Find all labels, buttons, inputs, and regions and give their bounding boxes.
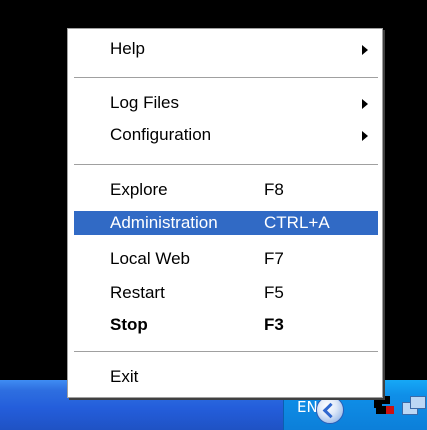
menu-item-label: Log Files <box>110 93 179 112</box>
menu-item-configuration[interactable]: Configuration <box>74 123 378 147</box>
menu-item-local-web[interactable]: Local Web F7 <box>74 247 378 271</box>
menu-item-help[interactable]: Help <box>74 37 378 61</box>
submenu-arrow-icon <box>362 99 368 109</box>
language-indicator[interactable]: EN <box>297 398 318 416</box>
back-arrow-icon[interactable] <box>316 396 344 424</box>
submenu-arrow-icon <box>362 45 368 55</box>
menu-item-label: Help <box>110 39 145 58</box>
menu-item-shortcut: F8 <box>264 180 284 199</box>
menu-separator <box>74 351 378 353</box>
network-icon[interactable] <box>402 394 426 418</box>
menu-item-exit[interactable]: Exit <box>74 365 378 389</box>
menu-item-label: Restart <box>110 283 165 302</box>
menu-item-label: Local Web <box>110 249 191 268</box>
menu-item-restart[interactable]: Restart F5 <box>74 281 378 305</box>
context-menu: Help Log Files Configuration Explore F8 … <box>67 28 383 398</box>
desktop: EN Help Log Files Configuration Explore … <box>0 0 427 430</box>
menu-item-administration[interactable]: Administration CTRL+A <box>74 211 378 235</box>
menu-separator <box>74 77 378 79</box>
menu-item-shortcut: F5 <box>264 283 284 302</box>
menu-item-label: Administration <box>110 213 218 232</box>
menu-item-shortcut: F7 <box>264 249 284 268</box>
menu-item-label: Stop <box>110 315 148 334</box>
menu-item-shortcut: CTRL+A <box>264 213 330 232</box>
menu-separator <box>74 164 378 166</box>
menu-item-stop[interactable]: Stop F3 <box>74 313 378 337</box>
menu-item-explore[interactable]: Explore F8 <box>74 178 378 202</box>
menu-item-label: Configuration <box>110 125 212 144</box>
menu-item-shortcut: F3 <box>264 315 284 334</box>
submenu-arrow-icon <box>362 131 368 141</box>
menu-item-log-files[interactable]: Log Files <box>74 91 378 115</box>
menu-item-label: Exit <box>110 367 139 386</box>
menu-item-label: Explore <box>110 180 168 199</box>
